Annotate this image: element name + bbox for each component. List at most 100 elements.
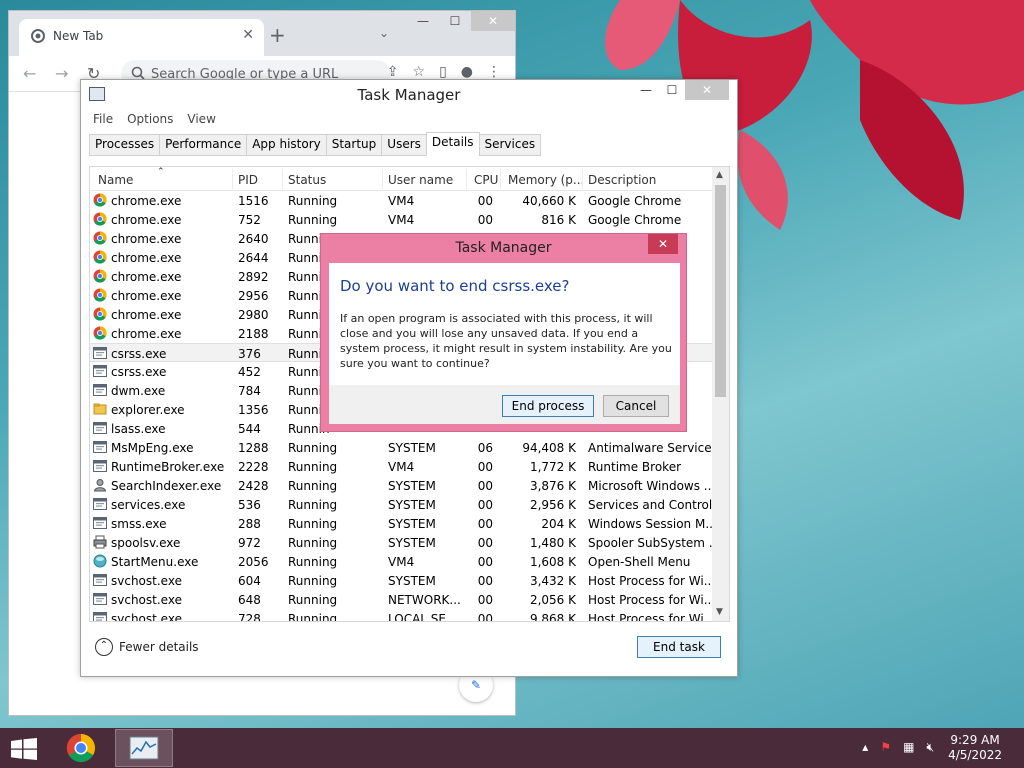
- cell-name: chrome.exe: [111, 251, 182, 265]
- forward-arrow-icon[interactable]: →: [55, 64, 68, 83]
- window-icon: [93, 364, 107, 378]
- cell-mem: 3,876 K: [529, 479, 576, 493]
- cell-name: SearchIndexer.exe: [111, 479, 222, 493]
- column-header-status[interactable]: Status: [288, 173, 326, 187]
- column-header-pid[interactable]: PID: [238, 173, 258, 187]
- window-icon: [93, 516, 107, 530]
- cell-name: RuntimeBroker.exe: [111, 460, 225, 474]
- windows-start-icon[interactable]: [10, 738, 38, 760]
- minimize-icon[interactable]: —: [407, 11, 439, 31]
- bookmark-star-icon[interactable]: ☆: [413, 64, 426, 80]
- maximize-icon[interactable]: ☐: [439, 11, 471, 31]
- profile-avatar-icon[interactable]: ●: [461, 64, 473, 80]
- task-manager-footer: ⌃ Fewer details End task: [81, 628, 737, 676]
- tab-services[interactable]: Services: [478, 134, 542, 156]
- close-window-icon[interactable]: ✕: [471, 11, 515, 31]
- table-row[interactable]: chrome.exe 1516 Running VM4 00 40,660 K Google…: [90, 191, 714, 210]
- tab-performance[interactable]: Performance: [159, 134, 248, 156]
- chrome-logo-icon: [66, 733, 95, 763]
- network-icon[interactable]: ▦: [903, 740, 914, 755]
- cell-name: chrome.exe: [111, 308, 182, 322]
- close-icon[interactable]: ✕: [685, 80, 729, 100]
- task-manager-titlebar: Task Manager — ☐ ✕: [81, 80, 737, 108]
- cell-status: Running: [288, 460, 338, 474]
- table-row[interactable]: svchost.exe 604 Running SYSTEM 00 3,432 K Host…: [90, 571, 714, 590]
- printer-icon: [93, 535, 107, 549]
- taskbar-task-manager-button[interactable]: [115, 729, 173, 767]
- maximize-icon[interactable]: ☐: [659, 80, 685, 100]
- table-row[interactable]: MsMpEng.exe 1288 Running SYSTEM 06 94,408 K An…: [90, 438, 714, 457]
- cancel-button[interactable]: Cancel: [603, 395, 669, 417]
- chrome-tab-new-tab[interactable]: New Tab ✕: [19, 19, 264, 56]
- table-row[interactable]: chrome.exe 752 Running VM4 00 816 K Google Chr…: [90, 210, 714, 229]
- new-tab-plus-icon[interactable]: +: [269, 23, 286, 47]
- tab-processes[interactable]: Processes: [89, 134, 161, 156]
- shell-icon: [93, 554, 107, 568]
- show-hidden-icons-chevron-icon[interactable]: ▴: [862, 740, 868, 755]
- cell-name: svchost.exe: [111, 612, 182, 622]
- cell-pid: 288: [238, 517, 261, 531]
- scroll-down-icon[interactable]: ▼: [716, 607, 723, 617]
- cell-user: SYSTEM: [388, 441, 436, 455]
- end-process-button[interactable]: End process: [502, 395, 594, 417]
- column-header-cpu[interactable]: CPU: [474, 173, 498, 187]
- window-icon: [93, 421, 107, 435]
- sort-ascending-icon: ⌃: [157, 167, 165, 177]
- taskbar-chrome-button[interactable]: [52, 729, 110, 767]
- table-row[interactable]: SearchIndexer.exe 2428 Running SYSTEM 00 3,87…: [90, 476, 714, 495]
- tab-details[interactable]: Details: [425, 132, 480, 156]
- tab-startup[interactable]: Startup: [325, 134, 383, 156]
- share-icon[interactable]: ⇪: [387, 64, 399, 80]
- column-header-memory[interactable]: Memory (p...: [508, 173, 584, 187]
- side-panel-icon[interactable]: ▯: [439, 64, 447, 80]
- kebab-menu-icon[interactable]: ⋮: [487, 64, 501, 80]
- cell-desc: Google Chrome: [588, 213, 682, 227]
- cell-pid: 2056: [238, 555, 269, 569]
- table-row[interactable]: smss.exe 288 Running SYSTEM 00 204 K Windows S…: [90, 514, 714, 533]
- chevron-up-icon: ⌃: [95, 638, 113, 656]
- cell-pid: 972: [238, 536, 261, 550]
- column-header-description[interactable]: Description: [588, 173, 656, 187]
- action-center-flag-icon[interactable]: ⚑: [880, 740, 891, 755]
- cell-pid: 452: [238, 365, 261, 379]
- back-arrow-icon[interactable]: ←: [23, 64, 36, 83]
- cell-status: Running: [288, 194, 338, 208]
- volume-muted-icon[interactable]: 🔇︎: [926, 740, 934, 755]
- cell-name: chrome.exe: [111, 289, 182, 303]
- cell-user: VM4: [388, 213, 415, 227]
- tab-search-chevron-icon[interactable]: ⌄: [379, 26, 389, 40]
- menu-file[interactable]: File: [93, 112, 113, 126]
- cell-status: Running: [288, 612, 338, 622]
- table-row[interactable]: StartMenu.exe 2056 Running VM4 00 1,608 K Open…: [90, 552, 714, 571]
- scrollbar-thumb[interactable]: [715, 185, 726, 397]
- end-task-button[interactable]: End task: [637, 636, 721, 658]
- menu-options[interactable]: Options: [127, 112, 173, 126]
- tab-users[interactable]: Users: [381, 134, 427, 156]
- table-row[interactable]: spoolsv.exe 972 Running SYSTEM 00 1,480 K Spoo…: [90, 533, 714, 552]
- menu-view[interactable]: View: [187, 112, 215, 126]
- vertical-scrollbar[interactable]: ▲ ▼: [712, 167, 729, 621]
- chrome-icon: [93, 212, 107, 226]
- dialog-close-icon[interactable]: ✕: [648, 234, 678, 254]
- cell-desc: Host Process for Wi...: [588, 612, 712, 622]
- column-header-name[interactable]: Name: [98, 173, 133, 187]
- cell-cpu: 06: [477, 441, 493, 455]
- cell-pid: 2428: [238, 479, 269, 493]
- tab-app-history[interactable]: App history: [246, 134, 327, 156]
- fewer-details-button[interactable]: ⌃ Fewer details: [95, 638, 199, 656]
- window-icon: [93, 440, 107, 454]
- column-header-user-name[interactable]: User name: [388, 173, 453, 187]
- taskbar-clock[interactable]: 9:29 AM 4/5/2022: [948, 733, 1002, 763]
- scroll-up-icon[interactable]: ▲: [716, 170, 723, 180]
- cell-user: NETWORK...: [388, 593, 461, 607]
- minimize-icon[interactable]: —: [633, 80, 659, 100]
- cell-name: MsMpEng.exe: [111, 441, 194, 455]
- table-row[interactable]: services.exe 536 Running SYSTEM 00 2,956 K Ser…: [90, 495, 714, 514]
- cell-mem: 1,772 K: [529, 460, 576, 474]
- table-row[interactable]: svchost.exe 648 Running NETWORK... 00 2,056 K…: [90, 590, 714, 609]
- cell-mem: 94,408 K: [522, 441, 576, 455]
- table-row[interactable]: svchost.exe 728 Running LOCAL SE... 00 9,868 …: [90, 609, 714, 622]
- cell-pid: 2956: [238, 289, 269, 303]
- close-tab-icon[interactable]: ✕: [242, 27, 254, 43]
- table-row[interactable]: RuntimeBroker.exe 2228 Running VM4 00 1,772 K…: [90, 457, 714, 476]
